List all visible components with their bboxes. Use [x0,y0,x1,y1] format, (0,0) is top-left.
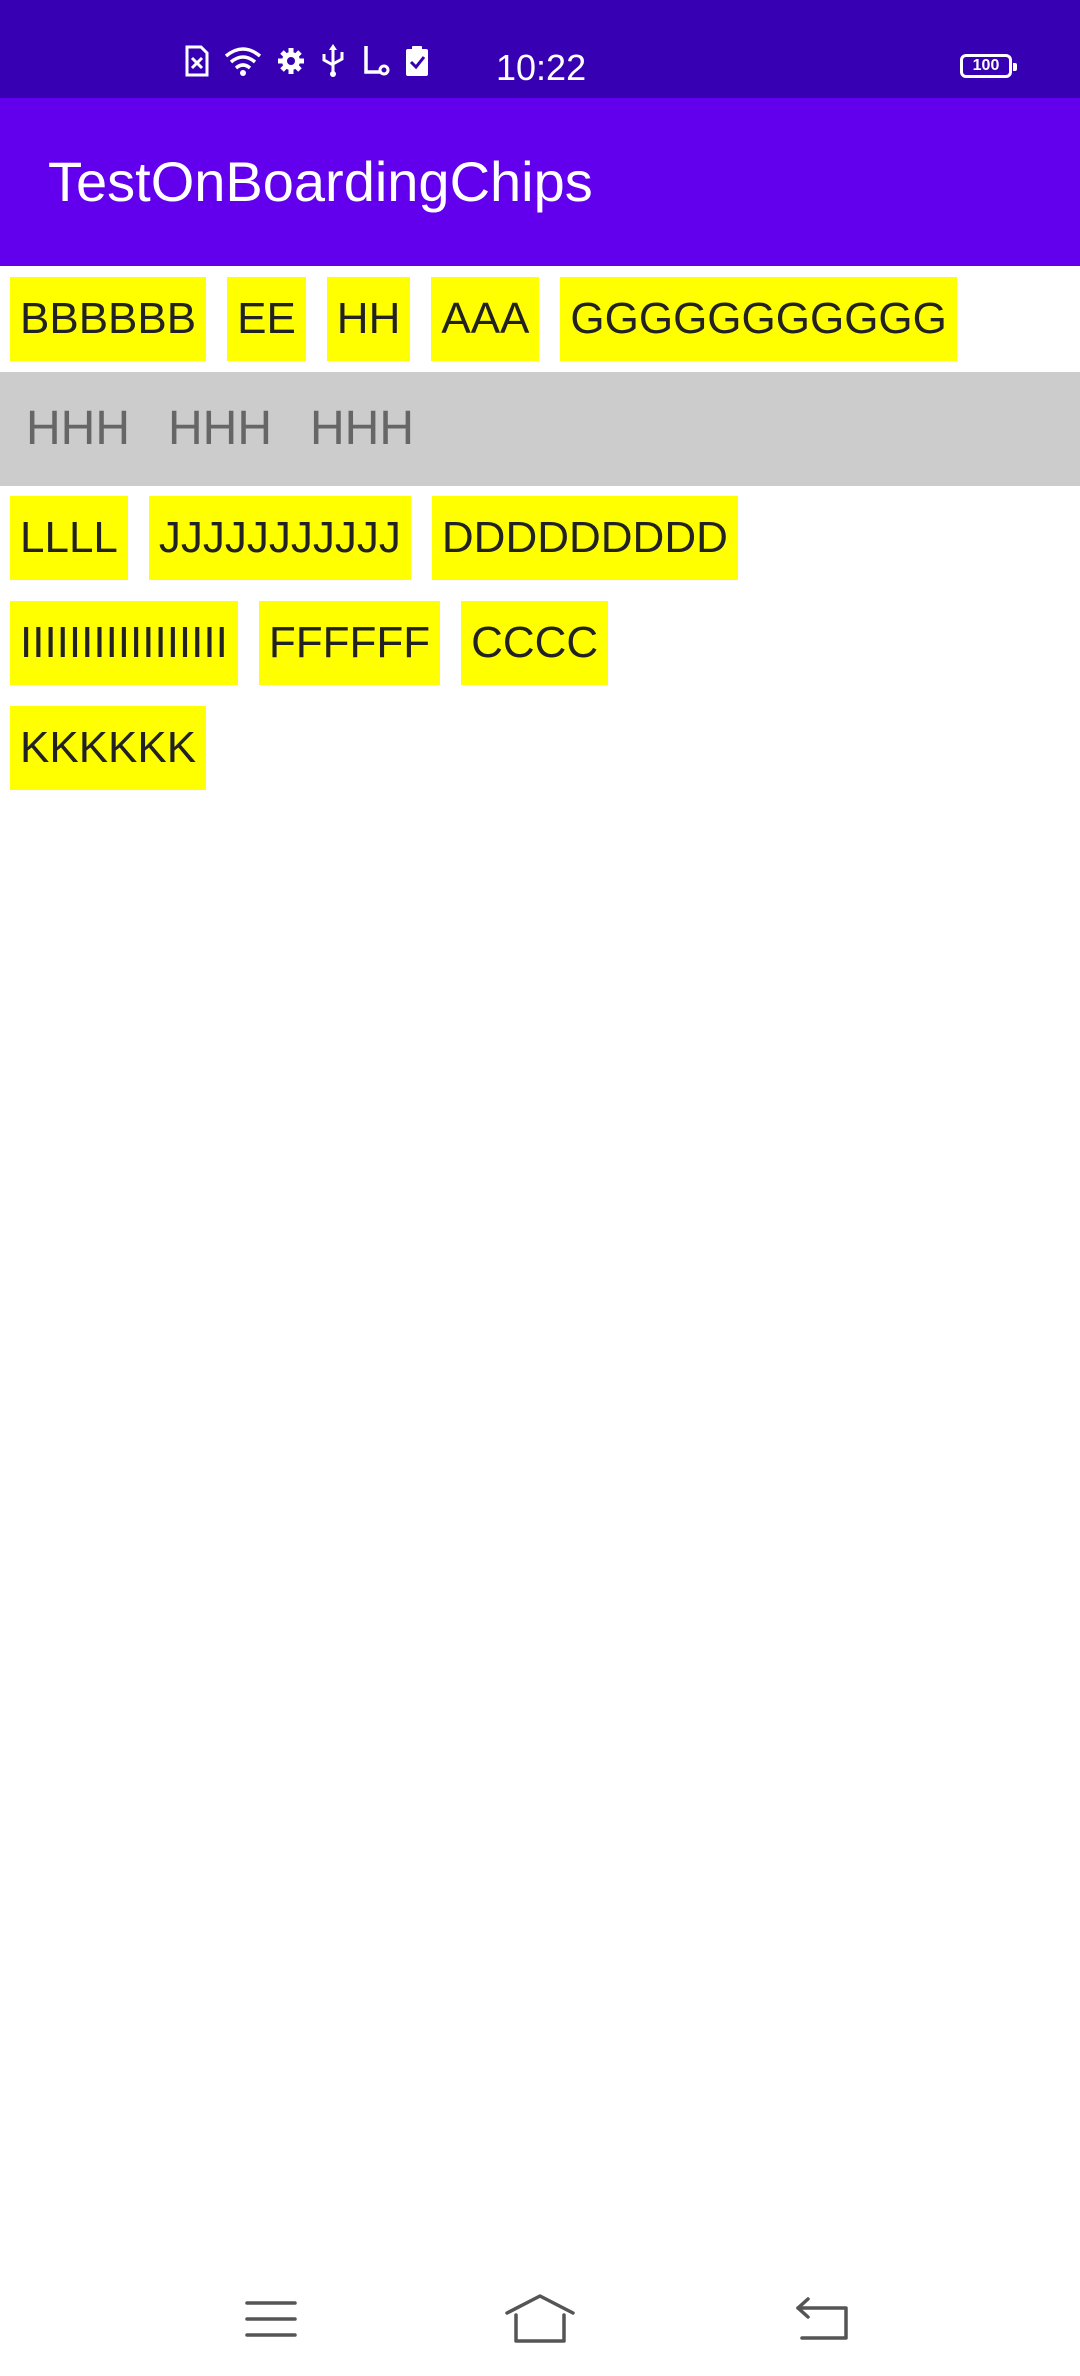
chip-row-2: LLLL JJJJJJJJJJJ DDDDDDDDD [10,496,738,580]
clipboard-check-icon [404,45,430,77]
back-button[interactable] [787,2284,857,2354]
notification-icon [360,44,390,78]
battery-icon: 100 [960,54,1017,78]
chip-kkkkkk[interactable]: KKKKKK [10,706,207,790]
gray-strip: HHH HHH HHH [0,372,1080,486]
home-icon [504,2293,576,2345]
wifi-icon [224,46,262,76]
gray-item[interactable]: HHH [26,372,130,486]
sim-error-icon [184,45,210,77]
home-button[interactable] [505,2284,575,2354]
chip-row-1: BBBBBB EE HH AAA GGGGGGGGGGG [10,277,957,361]
gray-strip-items: HHH HHH HHH [26,372,414,486]
menu-icon [244,2298,298,2340]
status-clock: 10:22 [496,47,587,88]
chip-hh[interactable]: HH [326,277,411,361]
chip-jjjjjjjjjjj[interactable]: JJJJJJJJJJJ [148,496,411,580]
chip-ddddddddd[interactable]: DDDDDDDDD [431,496,738,580]
back-icon [794,2296,850,2342]
chip-cccc[interactable]: CCCC [461,601,609,685]
gray-item[interactable]: HHH [168,372,272,486]
status-bar: 10:22 100 [0,0,1080,98]
settings-gear-icon [276,46,306,76]
chip-ee[interactable]: EE [227,277,306,361]
chip-ffffff[interactable]: FFFFFF [258,601,441,685]
gray-item[interactable]: HHH [310,372,414,486]
usb-icon [320,44,346,78]
status-icons [184,44,430,78]
chip-iiiiiiiiiiiiiiiii[interactable]: IIIIIIIIIIIIIIIII [10,601,238,685]
app-bar: TestOnBoardingChips [0,98,1080,266]
chip-aaa[interactable]: AAA [431,277,540,361]
chip-row-3: IIIIIIIIIIIIIIIII FFFFFF CCCC [10,601,609,685]
chip-row-4: KKKKKK [10,706,207,790]
chip-bbbbbb[interactable]: BBBBBB [10,277,207,361]
battery-level: 100 [972,57,1000,74]
chip-ggggggggggg[interactable]: GGGGGGGGGGG [560,277,957,361]
menu-button[interactable] [236,2284,306,2354]
nav-bar [0,2260,1080,2376]
chip-llll[interactable]: LLLL [10,496,128,580]
page-title: TestOnBoardingChips [48,150,593,213]
